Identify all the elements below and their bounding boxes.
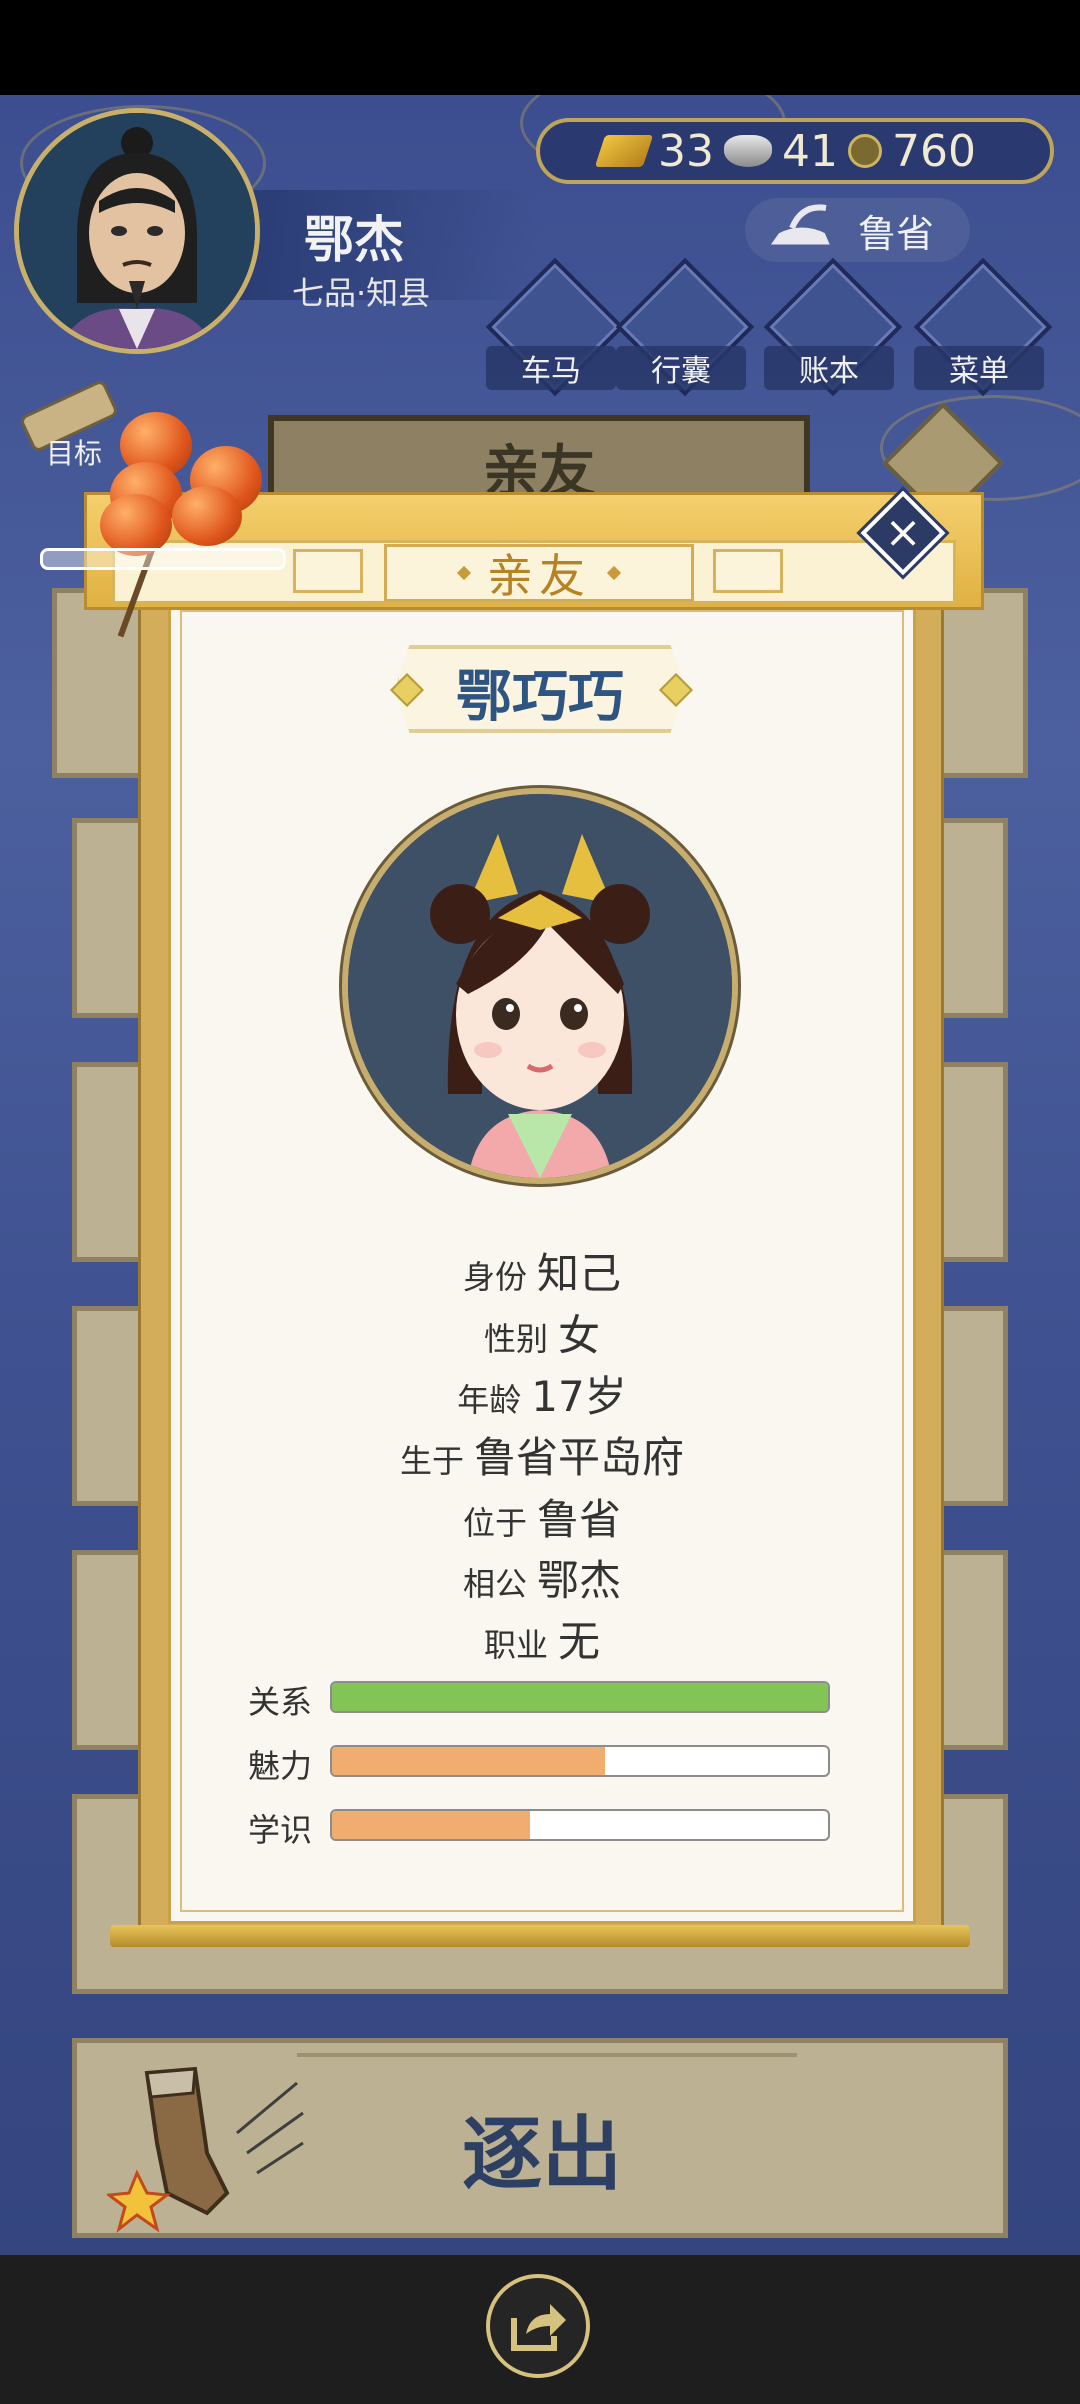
official-seal-icon — [765, 204, 835, 248]
menu-button-menu[interactable]: 菜单 — [913, 257, 1053, 398]
stat-label-knowledge: 学识 — [248, 1811, 313, 1849]
knowledge-bar-fill — [332, 1811, 531, 1839]
goal-label: 目标 — [46, 437, 103, 470]
share-button[interactable] — [486, 2274, 590, 2378]
silver-ingot-icon — [724, 135, 772, 167]
menu-label: 账本 — [764, 346, 894, 390]
expel-label: 逐出 — [462, 2108, 622, 2201]
candied-hawthorn-icon — [100, 494, 172, 556]
info-row-location: 位于 鲁省 — [180, 1486, 904, 1547]
header-ornament — [713, 549, 783, 593]
character-portrait — [342, 788, 738, 1184]
menu-button-carriage[interactable]: 车马 — [485, 257, 625, 398]
menu-button-bag[interactable]: 行囊 — [615, 257, 755, 398]
info-row-husband: 相公 鄂杰 — [180, 1547, 904, 1608]
stat-label-relationship: 关系 — [248, 1683, 313, 1721]
menu-label: 菜单 — [914, 346, 1044, 390]
man-portrait-icon — [19, 113, 255, 349]
menu-label: 车马 — [486, 346, 616, 390]
menu-label: 行囊 — [616, 346, 746, 390]
modal-title: 亲友 — [487, 549, 591, 603]
ornament-dot — [456, 565, 472, 581]
relationship-bar — [330, 1681, 830, 1713]
gold-count: 33 — [658, 125, 714, 177]
silver-count: 41 — [782, 125, 838, 177]
info-key: 职业 — [483, 1626, 548, 1664]
info-key: 生于 — [399, 1442, 464, 1480]
menu-button-ledger[interactable]: 账本 — [763, 257, 903, 398]
candied-hawthorn-icon — [172, 486, 242, 546]
player-name: 鄂杰 — [304, 211, 404, 269]
info-value: 鲁省平岛府 — [474, 1433, 685, 1482]
player-avatar[interactable] — [14, 108, 260, 354]
info-row-gender: 性别女 — [180, 1302, 904, 1363]
info-key: 年龄 — [457, 1381, 522, 1419]
kicking-boot-icon — [107, 2066, 304, 2233]
info-key: 位于 — [462, 1504, 527, 1542]
charm-bar-fill — [332, 1747, 605, 1775]
character-name: 鄂巧巧 — [456, 665, 624, 730]
region-label: 鲁省 — [857, 211, 934, 256]
info-row-birthplace: 生于 鲁省平岛府 — [180, 1424, 904, 1485]
player-rank: 七品·知县 — [292, 274, 431, 312]
info-value: 女 — [558, 1311, 601, 1360]
coin-count: 760 — [892, 125, 976, 177]
share-icon — [511, 2304, 566, 2351]
cloud-decoration — [40, 548, 286, 570]
charm-bar — [330, 1745, 830, 1777]
divider — [297, 2053, 797, 2057]
currency-bar: 33 41 760 — [536, 118, 1054, 184]
relationship-bar-fill — [332, 1683, 828, 1711]
close-icon[interactable]: × — [876, 506, 930, 560]
status-bar — [0, 0, 1080, 95]
info-value: 知己 — [537, 1249, 622, 1298]
info-value: 无 — [558, 1617, 601, 1666]
info-row-occupation: 职业无 — [180, 1608, 904, 1669]
info-value: 17岁 — [531, 1372, 627, 1421]
info-key: 性别 — [483, 1320, 548, 1358]
gold-ingot-icon — [594, 135, 654, 167]
knowledge-bar — [330, 1809, 830, 1841]
modal-title-box: 亲友 — [384, 544, 694, 603]
info-key: 相公 — [462, 1565, 527, 1603]
copper-coin-icon — [848, 134, 882, 168]
info-row-age: 年龄 17岁 — [180, 1363, 904, 1424]
modal-base — [110, 1925, 970, 1947]
stat-label-charm: 魅力 — [248, 1747, 313, 1785]
info-value: 鄂杰 — [537, 1556, 622, 1605]
info-key: 身份 — [462, 1258, 527, 1296]
info-row-identity: 身份 知己 — [180, 1240, 904, 1301]
woman-portrait-icon — [348, 794, 732, 1178]
ornament-dot — [606, 565, 622, 581]
info-value: 鲁省 — [537, 1495, 622, 1544]
header-ornament — [293, 549, 363, 593]
